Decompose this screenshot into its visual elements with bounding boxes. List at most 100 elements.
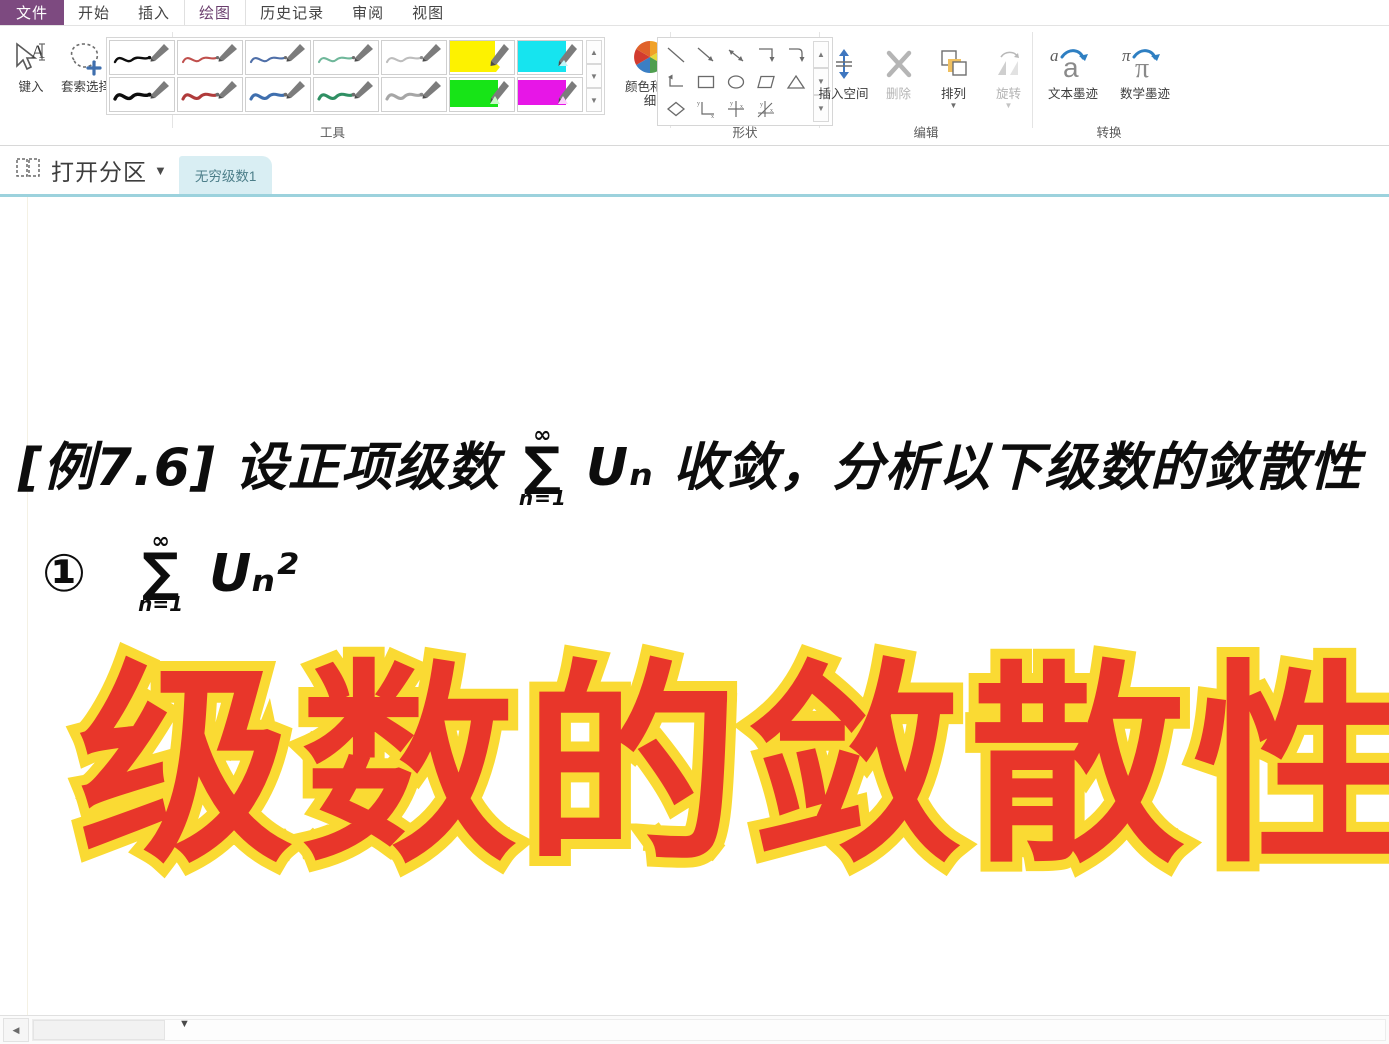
shapes-group-label: 形状 [732,126,758,140]
pen-scroll-down-icon[interactable]: ▼ [586,64,602,88]
ink-example-term: Uₙ [585,438,654,498]
ellipse-icon[interactable] [721,68,751,95]
rectangle-icon[interactable] [691,68,721,95]
shapes-rows: y x y x y x [661,41,811,122]
summation-lower-limit: n=1 [518,486,567,510]
line-icon[interactable] [661,41,691,68]
open-section-button[interactable]: 打开分区 ▼ [0,146,179,194]
highlighter-yellow[interactable] [449,40,515,75]
pen-gray-thick[interactable] [381,77,447,112]
ink-item-1-marker: ① [42,544,87,604]
pointer-text-icon: A [11,35,51,79]
insert-space-button[interactable]: 插入空间 [816,38,871,101]
ribbon-tab-history[interactable]: 历史记录 [246,0,338,25]
pen-green-thick[interactable] [313,77,379,112]
svg-text:y: y [760,102,763,108]
shapes-row-1 [661,41,811,68]
ribbon-tab-view[interactable]: 视图 [398,0,458,25]
axis-1-icon[interactable]: y x [691,95,721,122]
svg-text:a: a [1050,46,1059,65]
scrollbar-thumb[interactable] [33,1020,165,1040]
horizontal-scrollbar[interactable]: ◀ ▼ [0,1015,1389,1044]
arrange-button[interactable]: 排列 ▼ [926,38,981,110]
convert-group-label: 转换 [1096,126,1122,140]
corner-arrow-icon[interactable] [751,41,781,68]
arrange-label: 排列 [940,87,966,101]
ink-to-math-icon: π π [1119,42,1171,86]
notebook-tab-bar: 打开分区 ▼ 无穷级数1 [0,146,1389,197]
arrange-caret-icon[interactable]: ▼ [950,102,958,110]
ribbon-tab-file[interactable]: 文件 [0,0,65,25]
highlighter-green[interactable] [449,77,515,112]
ribbon-tab-draw[interactable]: 绘图 [184,0,247,25]
big-title-text: 级数的敛散性 [68,641,1389,892]
pen-green[interactable] [313,40,379,75]
scrollbar-track[interactable]: ▼ [32,1018,1386,1041]
svg-text:x: x [711,114,714,119]
pen-blue[interactable] [245,40,311,75]
pen-gallery-scrollbar[interactable]: ▲ ▼ ▼ [586,40,602,112]
axis-3-icon[interactable]: y x [751,95,781,122]
rotate-label: 旋转 [995,87,1021,101]
section-tab-infinite-series[interactable]: 无穷级数1 [178,156,273,194]
svg-text:y: y [697,101,700,107]
pen-black-thick[interactable] [109,77,175,112]
shapes-row-3: y x y x y x [661,95,811,122]
pen-row-1 [109,40,583,75]
ribbon-tab-review[interactable]: 审阅 [338,0,398,25]
type-tool-button[interactable]: A 键入 [4,31,59,94]
ribbon-tab-insert[interactable]: 插入 [124,0,184,25]
ink-summation-2: ∞ ∑ n=1 [138,531,183,615]
rotate-button[interactable]: 旋转 ▼ [981,38,1036,110]
lasso-select-icon [64,35,108,79]
insert-space-icon [827,42,861,86]
page-canvas[interactable]: [例7.6] 设正项级数 ∞ ∑ n=1 Uₙ 收敛，分析以下级数的敛散性 ① … [0,197,1389,1015]
turn-arrow-icon[interactable] [661,68,691,95]
delete-button[interactable]: 删除 [871,38,926,101]
pen-gray[interactable] [381,40,447,75]
scroll-left-arrow-icon[interactable]: ◀ [3,1018,29,1042]
parallelogram-icon[interactable] [751,68,781,95]
svg-text:x: x [740,104,743,110]
triangle-icon[interactable] [781,68,811,95]
ink-to-math-button[interactable]: π π 数学墨迹 [1109,38,1181,101]
ink-to-text-icon: a a [1047,42,1099,86]
elbow-arrow-icon[interactable] [781,41,811,68]
summation-sigma: ∑ [523,437,562,497]
lasso-select-label: 套索选择 [60,80,111,94]
ribbon-group-edit: 插入空间 删除 排列 ▼ 旋转 ▼ 编辑 [818,26,1032,145]
pen-gallery-rows [109,40,583,112]
ink-item-1-term: Uₙ² [209,544,298,604]
arrow-icon[interactable] [691,41,721,68]
scroll-down-caret-icon[interactable]: ▼ [179,1018,190,1030]
ribbon-group-convert: a a 文本墨迹 π π 数学墨迹 转换 [1033,26,1185,145]
rotate-caret-icon[interactable]: ▼ [1005,102,1013,110]
ink-to-math-label: 数学墨迹 [1119,87,1170,101]
pen-blue-thick[interactable] [245,77,311,112]
axis-2-icon[interactable]: y x [721,95,751,122]
pen-red-thick[interactable] [177,77,243,112]
pen-scroll-up-icon[interactable]: ▲ [586,40,602,64]
shapes-row-2 [661,68,811,95]
double-arrow-icon[interactable] [721,41,751,68]
edit-group-label: 编辑 [913,126,939,140]
highlighter-magenta[interactable] [517,77,583,112]
ink-line-example-header: [例7.6] 设正项级数 ∞ ∑ n=1 Uₙ 收敛，分析以下级数的敛散性 [18,425,1362,511]
shapes-gallery: y x y x y x ▲ ▼ ▼ [657,37,833,126]
delete-x-icon [882,42,916,86]
diamond-icon[interactable] [661,95,691,122]
highlighter-cyan[interactable] [517,40,583,75]
insert-space-label: 插入空间 [818,87,869,101]
ribbon-group-shapes: y x y x y x ▲ ▼ ▼ 形状 [657,26,833,145]
pen-gallery-more-icon[interactable]: ▼ [586,88,602,112]
svg-text:y: y [730,101,733,107]
ribbon-tab-home[interactable]: 开始 [64,0,124,25]
ink-to-text-button[interactable]: a a 文本墨迹 [1037,38,1109,101]
onenote-window: 文件 开始 插入 绘图 历史记录 审阅 视图 A 键入 套索选择 ▲ ▼ ▼ 颜… [0,0,1389,1044]
chevron-down-icon[interactable]: ▼ [154,163,167,178]
ribbon-group-tools: ▲ ▼ ▼ 颜色和粗细 工具 [106,26,736,145]
svg-text:π: π [1135,53,1149,84]
pen-red[interactable] [177,40,243,75]
type-tool-label: 键入 [18,80,44,94]
pen-black[interactable] [109,40,175,75]
